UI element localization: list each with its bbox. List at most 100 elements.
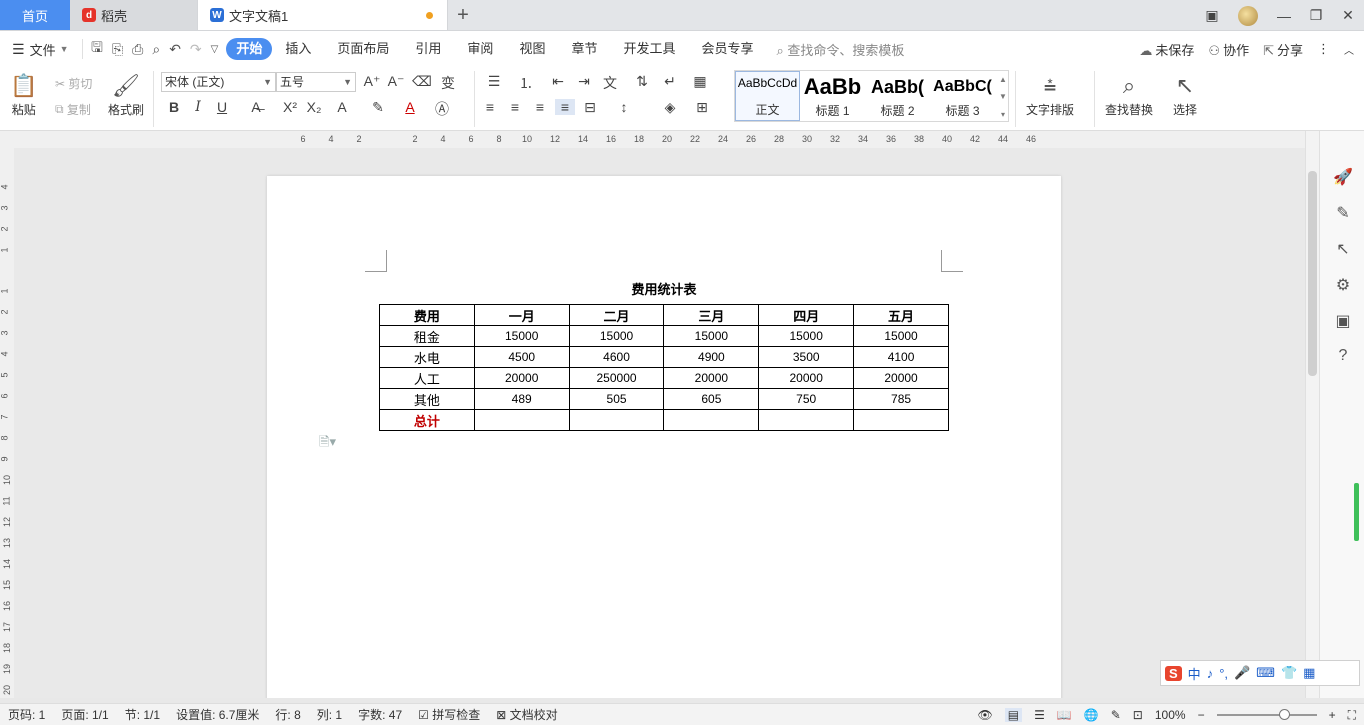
status-page-num[interactable]: 页码: 1 [0,706,53,723]
decrease-indent-icon[interactable]: ⇤ [548,73,568,90]
line-spacing-icon[interactable]: ↕ [614,99,634,115]
table-cell[interactable]: 4500 [473,346,570,368]
find-replace-button[interactable]: ⌕ 查找替换 [1105,71,1153,118]
chinese-layout-icon[interactable]: 文 [600,73,620,93]
voice-icon[interactable]: 🎤 [1234,665,1250,681]
text-effect-icon[interactable]: A [332,99,352,115]
paragraph-options-icon[interactable]: 🗎▾ [319,433,336,455]
table-cell[interactable]: 505 [568,388,665,410]
share-button[interactable]: ⇱ 分享 [1263,40,1303,59]
table-cell[interactable] [853,409,949,431]
more-styles-icon[interactable]: ▾ [1001,110,1005,119]
print-preview-icon[interactable]: ⌕ [152,41,160,58]
unsaved-button[interactable]: ☁ 未保存 [1139,40,1194,59]
table-cell[interactable]: 4600 [568,346,665,368]
table-cell[interactable]: 250000 [568,367,665,389]
table-cell[interactable]: 15000 [473,325,570,347]
command-search[interactable]: ⌕ 查找命令、搜索模板 [777,40,905,59]
menu-tab-references[interactable]: 引用 [402,38,454,60]
table-tools-icon[interactable]: ▦ [690,73,710,90]
menu-tab-view[interactable]: 视图 [506,38,558,60]
reading-view-icon[interactable]: 📖 [1057,708,1072,722]
italic-icon[interactable]: I [188,99,208,115]
subscript-icon[interactable]: X₂ [304,99,324,115]
table-cell[interactable]: 15000 [758,325,855,347]
sort-icon[interactable]: ⇅ [632,73,652,90]
window-layout-icon[interactable]: ▣ [1196,7,1228,24]
bullet-list-icon[interactable]: ☰ [484,73,504,90]
status-col[interactable]: 列: 1 [309,706,350,723]
minimize-button[interactable]: — [1268,8,1300,24]
table-cell[interactable]: 605 [663,388,760,410]
table-cell[interactable]: 4900 [663,346,760,368]
paste-button[interactable]: 📋 粘贴 [10,71,37,118]
menu-tab-member[interactable]: 会员专享 [688,38,766,60]
char-border-icon[interactable]: Ⓐ [432,99,452,119]
status-row[interactable]: 行: 8 [267,706,308,723]
table-header-cell[interactable]: 二月 [568,304,665,326]
settings-sliders-icon[interactable]: ⚙ [1332,275,1354,297]
document-page[interactable]: 费用统计表 费用 一月 二月 三月 四月 五月 租金 15000 15000 1… [267,176,1061,698]
strikethrough-icon[interactable]: A̶ [246,99,266,115]
undo-icon[interactable]: ↶ [169,41,181,58]
shrink-font-icon[interactable]: A⁻ [386,73,406,90]
borders-icon[interactable]: ⊞ [692,99,712,116]
tab-home[interactable]: 首页 [0,0,70,30]
format-painter-button[interactable]: 🖌 格式刷 [108,71,144,118]
customize-icon[interactable]: ▽ [211,44,219,55]
phonetic-icon[interactable]: 变 [438,73,458,93]
style-normal[interactable]: AaBbCcDd 正文 [735,71,800,121]
new-tab-button[interactable]: + [448,0,478,30]
distribute-icon[interactable]: ⊟ [580,99,600,116]
restore-button[interactable]: ❐ [1300,7,1332,24]
file-menu[interactable]: ☰ 文件 ▼ [0,40,82,59]
table-cell[interactable] [758,409,855,431]
tab-daoke[interactable]: d 稻壳 [70,0,198,30]
status-section[interactable]: 节: 1/1 [117,706,168,723]
status-words[interactable]: 字数: 47 [350,706,410,723]
write-mode-icon[interactable]: ✎ [1111,708,1121,722]
justify-icon[interactable]: ≡ [555,99,575,115]
align-center-icon[interactable]: ≡ [505,99,525,115]
menu-tab-section[interactable]: 章节 [558,38,610,60]
zoom-slider[interactable] [1216,709,1317,720]
table-cell[interactable]: 15000 [663,325,760,347]
ime-toolbar[interactable]: S 中 ♪ °, 🎤 ⌨ 👕 ▦ [1160,660,1360,686]
eye-protect-icon[interactable]: 👁 [977,708,992,722]
web-view-icon[interactable]: 🌐 [1084,708,1099,722]
vertical-ruler[interactable]: 4 3 2 1 1 2 3 4 5 6 7 8 9 10 11 12 13 14 15 16 17 18 19 20 [0,148,14,698]
menu-tab-insert[interactable]: 插入 [272,38,324,60]
more-icon[interactable]: ⋮ [1317,41,1330,57]
toolbox-icon[interactable]: ▦ [1303,665,1315,681]
collab-button[interactable]: ⚇ 协作 [1208,40,1249,59]
highlight-icon[interactable]: ✎ [368,99,388,116]
table-header-cell[interactable]: 一月 [473,304,570,326]
fullscreen-icon[interactable]: ⛶ [1348,708,1356,723]
style-heading-1[interactable]: AaBb 标题 1 [800,71,865,121]
font-color-icon[interactable]: A [400,99,420,115]
font-size-select[interactable]: 五号 ▼ [276,72,356,92]
table-cell[interactable]: 20000 [853,367,949,389]
font-name-select[interactable]: 宋体 (正文) ▼ [161,72,276,92]
table-cell[interactable]: 489 [473,388,570,410]
page-view-icon[interactable]: ▤ [1004,708,1023,722]
export-pdf-icon[interactable]: ⎘ [112,41,123,58]
table-cell[interactable]: 785 [853,388,949,410]
clear-format-icon[interactable]: ⌫ [412,73,432,90]
table-cell[interactable]: 20000 [663,367,760,389]
zoom-slider-knob[interactable] [1278,709,1290,720]
table-cell[interactable] [663,409,760,431]
numbered-list-icon[interactable]: ⒈ [516,73,536,93]
zoom-in-button[interactable]: + [1329,708,1336,722]
style-heading-3[interactable]: AaBbC( 标题 3 [930,71,995,121]
collapse-ribbon-icon[interactable]: ︿ [1344,42,1354,57]
table-cell[interactable]: 水电 [379,346,475,368]
fit-page-icon[interactable]: ⊡ [1133,708,1143,722]
shading-icon[interactable]: ◈ [660,99,680,116]
pen-icon[interactable]: ✎ [1332,203,1354,225]
print-icon[interactable]: ⎙ [132,41,143,58]
paragraph-mark-icon[interactable]: ↵ [660,73,680,90]
menu-tab-developer[interactable]: 开发工具 [610,38,688,60]
cut-button[interactable]: ✂ 剪切 [55,75,92,92]
table-cell[interactable]: 15000 [568,325,665,347]
